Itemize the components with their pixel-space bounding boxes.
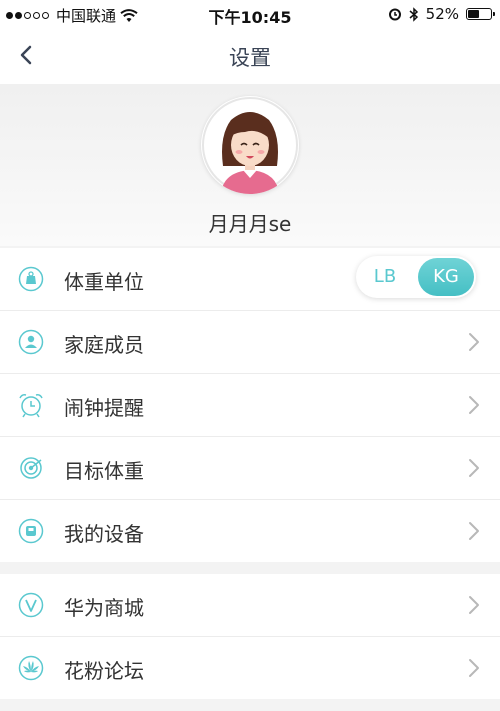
chevron-right-icon <box>469 596 479 614</box>
alarm-reminder-row[interactable]: 闹钟提醒 <box>0 374 500 437</box>
chevron-right-icon <box>469 522 479 540</box>
username: 月月月se <box>208 212 292 236</box>
services-list: 华为商城 花粉论坛 <box>0 574 500 699</box>
huawei-logo-icon <box>18 655 44 681</box>
nav-bar: 设置 <box>0 28 500 84</box>
unit-toggle[interactable]: LB KG <box>356 256 476 298</box>
page-title: 设置 <box>229 46 271 70</box>
chevron-right-icon <box>469 396 479 414</box>
row-label: 华为商城 <box>64 596 144 620</box>
settings-list: 体重单位 LB KG 家庭成员 闹钟提醒 目标体重 我的设备 <box>0 248 500 562</box>
row-label: 目标体重 <box>64 459 144 483</box>
my-devices-row[interactable]: 我的设备 <box>0 500 500 562</box>
target-weight-row[interactable]: 目标体重 <box>0 437 500 500</box>
row-label: 花粉论坛 <box>64 659 144 683</box>
bluetooth-icon <box>409 6 418 22</box>
person-icon <box>18 329 44 355</box>
device-icon <box>18 518 44 544</box>
profile-header: 月月月se <box>0 84 500 246</box>
fan-forum-row[interactable]: 花粉论坛 <box>0 637 500 699</box>
chevron-right-icon <box>469 659 479 677</box>
status-right: 52% <box>388 5 495 23</box>
avatar-girl-illustration <box>202 97 298 194</box>
row-label: 闹钟提醒 <box>64 396 144 420</box>
battery-icon <box>466 8 495 20</box>
chevron-right-icon <box>469 333 479 351</box>
row-label: 体重单位 <box>64 270 144 294</box>
alarm-clock-icon <box>19 394 43 418</box>
row-label: 我的设备 <box>64 522 144 546</box>
weight-unit-row: 体重单位 LB KG <box>0 248 500 311</box>
target-icon <box>20 457 42 479</box>
battery-fill <box>468 10 479 18</box>
weight-scale-icon <box>18 266 44 292</box>
unit-option-kg[interactable]: KG <box>418 258 474 296</box>
alarm-icon <box>388 8 401 21</box>
chevron-right-icon <box>469 459 479 477</box>
avatar[interactable] <box>201 96 299 194</box>
family-members-row[interactable]: 家庭成员 <box>0 311 500 374</box>
huawei-mall-icon <box>18 592 44 618</box>
row-label: 家庭成员 <box>64 333 144 357</box>
unit-option-lb[interactable]: LB <box>356 256 414 298</box>
status-bar: 中国联通 下午10:45 52% <box>0 0 500 28</box>
battery-percent: 52% <box>425 5 459 23</box>
huawei-mall-row[interactable]: 华为商城 <box>0 574 500 637</box>
